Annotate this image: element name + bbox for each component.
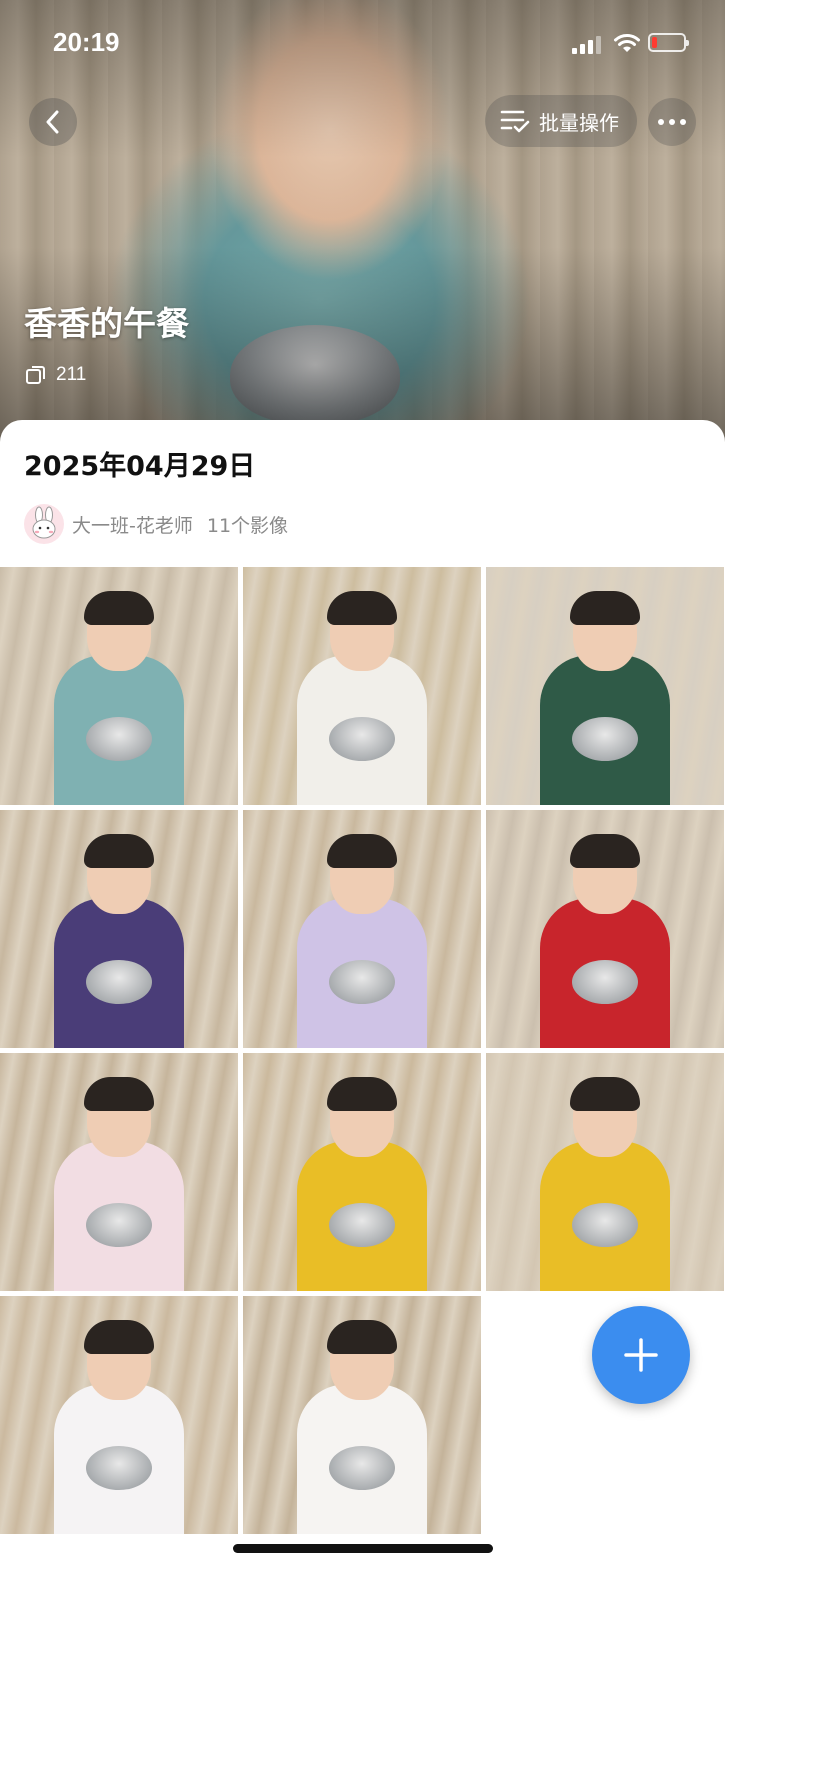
bunny-avatar-icon: [32, 506, 56, 539]
photo-child-hair: [327, 1077, 397, 1111]
cellular-signal-icon: [572, 36, 606, 54]
home-indicator: [233, 1544, 493, 1553]
plus-icon: [624, 1338, 658, 1372]
more-dot-icon: [658, 119, 664, 125]
status-bar: 20:19: [0, 0, 725, 86]
photo-child-hair: [84, 591, 154, 625]
photo-bowl: [86, 1446, 152, 1490]
photo-child-hair: [84, 834, 154, 868]
photo-thumbnail[interactable]: [243, 1053, 481, 1291]
photo-child-hair: [327, 591, 397, 625]
post-date: 2025年04月29日: [24, 451, 256, 482]
photo-bowl: [572, 960, 638, 1004]
photo-thumbnail[interactable]: [243, 1296, 481, 1534]
more-options-button[interactable]: [648, 98, 696, 146]
photo-child-hair: [570, 1077, 640, 1111]
photo-child-hair: [570, 591, 640, 625]
battery-level: [652, 37, 657, 48]
post-photo-count: 11个影像: [206, 514, 289, 537]
wifi-icon: [614, 34, 640, 52]
photo-thumbnail[interactable]: [243, 810, 481, 1048]
photo-bowl: [329, 1203, 395, 1247]
more-dot-icon: [669, 119, 675, 125]
back-button[interactable]: [29, 98, 77, 146]
photo-bowl: [86, 717, 152, 761]
photo-bowl: [86, 1203, 152, 1247]
add-button[interactable]: [592, 1306, 690, 1404]
batch-operation-button[interactable]: 批量操作: [485, 95, 637, 147]
more-dot-icon: [680, 119, 686, 125]
chevron-left-icon: [46, 110, 59, 134]
photo-total: 211: [56, 364, 87, 385]
battery-icon: [648, 33, 689, 52]
album-title: 香香的午餐: [24, 304, 189, 343]
status-time: 20:19: [53, 27, 120, 57]
post-author-row[interactable]: 大一班-花老师 11个影像: [24, 504, 288, 544]
photo-child-hair: [84, 1077, 154, 1111]
post-author: 大一班-花老师: [72, 514, 193, 537]
photo-bowl: [572, 1203, 638, 1247]
photo-thumbnail[interactable]: [486, 1053, 724, 1291]
photo-thumbnail[interactable]: [0, 1296, 238, 1534]
photo-thumbnail[interactable]: [0, 567, 238, 805]
checklist-icon: [500, 110, 530, 133]
photo-child-hair: [327, 834, 397, 868]
album-photo-count: 211: [25, 364, 86, 386]
photo-child-hair: [327, 1320, 397, 1354]
photo-thumbnail[interactable]: [486, 810, 724, 1048]
photo-bowl: [329, 960, 395, 1004]
batch-operation-label: 批量操作: [539, 110, 619, 135]
photo-thumbnail[interactable]: [243, 567, 481, 805]
photo-bowl: [329, 717, 395, 761]
photo-bowl: [329, 1446, 395, 1490]
avatar: [24, 504, 64, 544]
photo-child-hair: [84, 1320, 154, 1354]
photo-bowl: [572, 717, 638, 761]
photo-child-hair: [570, 834, 640, 868]
photo-bowl: [86, 960, 152, 1004]
photo-stack-icon: [26, 366, 45, 384]
photo-thumbnail[interactable]: [0, 810, 238, 1048]
photo-thumbnail[interactable]: [486, 567, 724, 805]
photo-thumbnail[interactable]: [0, 1053, 238, 1291]
